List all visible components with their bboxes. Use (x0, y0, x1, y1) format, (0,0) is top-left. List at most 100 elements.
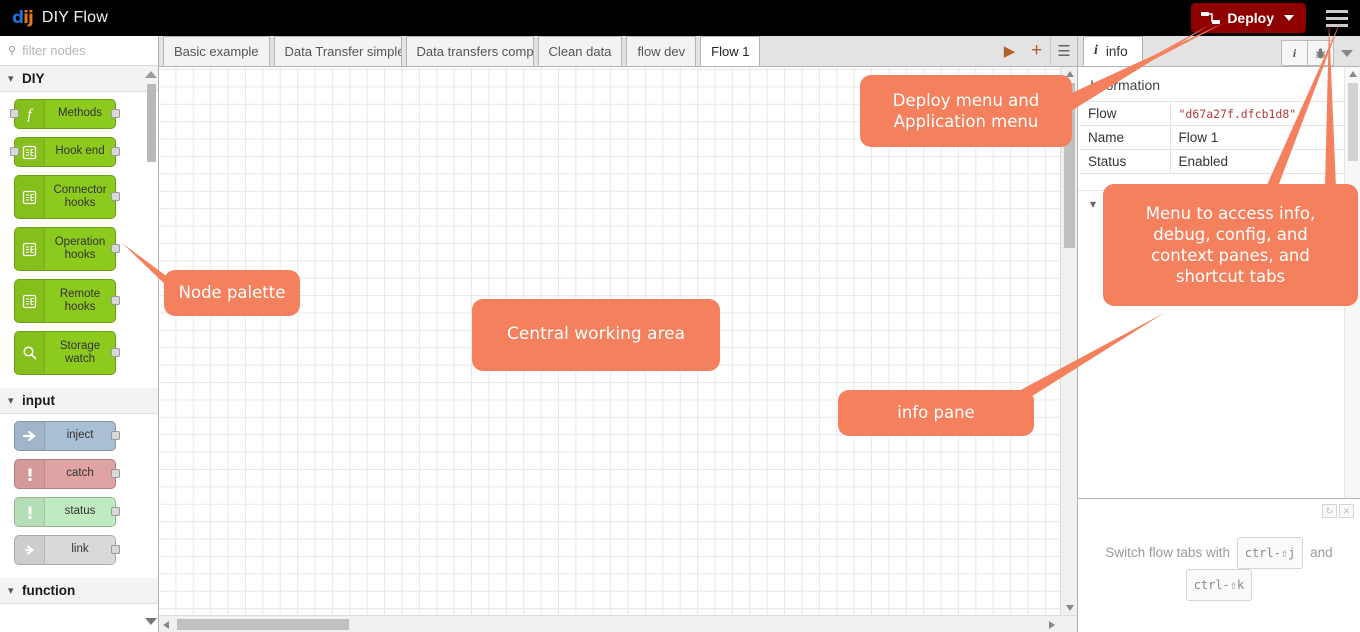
palette-node-label: Methods (57, 107, 103, 120)
flow-tab-flow-1[interactable]: Flow 1 (700, 36, 761, 66)
scroll-up-arrow-icon[interactable] (1066, 71, 1074, 77)
flow-tab-basic-example[interactable]: Basic example (163, 36, 270, 66)
hamburger-menu-icon[interactable] (1320, 1, 1354, 35)
run-flow-button[interactable]: ▶ (996, 36, 1023, 66)
palette-category-input[interactable]: ▾ input (0, 388, 158, 414)
debug-tab-button[interactable] (1307, 40, 1334, 66)
node-output-port[interactable] (111, 545, 120, 554)
node-input-port[interactable] (10, 109, 19, 118)
flow-tab-label: Basic example (174, 44, 259, 59)
deploy-label: Deploy (1227, 10, 1274, 26)
chevron-down-icon: ▾ (1090, 197, 1097, 211)
canvas-vscroll-thumb[interactable] (1064, 83, 1075, 248)
palette-node-label: inject (66, 429, 94, 442)
node-output-port[interactable] (111, 507, 120, 516)
palette-node-label: catch (66, 467, 94, 480)
exclamation-icon (15, 460, 45, 488)
info-scroll-thumb[interactable] (1348, 83, 1358, 161)
flow-tab-label: Flow 1 (711, 44, 750, 59)
list-flows-button[interactable]: ☰ (1050, 36, 1077, 66)
palette-scroll-area[interactable]: ▾ DIY f Methods Hook end Connector hooks Opera… (0, 66, 158, 631)
canvas-hscroll-thumb[interactable] (177, 619, 349, 630)
info-row: Name Flow 1 (1080, 125, 1346, 150)
header-actions: Deploy (1191, 0, 1360, 36)
refresh-icon[interactable]: ↻ (1322, 504, 1337, 518)
chevron-down-icon[interactable] (1284, 15, 1294, 21)
palette-node-methods[interactable]: f Methods (10, 99, 120, 129)
canvas-vertical-scrollbar[interactable] (1060, 67, 1077, 615)
node-output-port[interactable] (111, 192, 120, 201)
palette-node-remote-hooks[interactable]: Remote hooks (14, 279, 120, 323)
info-section-title: Information (1090, 77, 1161, 93)
palette-node-label: Hook end (55, 145, 105, 158)
palette-node-label: status (64, 505, 96, 518)
app-header: dij DIY Flow Deploy (0, 0, 1360, 36)
scroll-down-arrow-icon[interactable] (1066, 605, 1074, 611)
palette-scroll-down-arrow[interactable] (145, 618, 157, 625)
palette-category-function[interactable]: ▾ function (0, 578, 158, 604)
flow-tab-bar: Basic example Data Transfer simple Data tr… (159, 36, 1077, 67)
node-input-port[interactable] (10, 147, 19, 156)
palette-node-label: link (71, 543, 89, 556)
scroll-left-arrow-icon[interactable] (163, 621, 169, 629)
app-root: dij DIY Flow Deploy ⚲ ▾ (0, 0, 1360, 632)
function-icon: f (15, 100, 45, 128)
info-row-value-text: Enabled (1178, 154, 1229, 169)
info-second-section[interactable]: ▾ (1078, 190, 1360, 217)
flow-tab-flow-dev[interactable]: flow dev (626, 36, 697, 66)
close-x-icon[interactable]: ✕ (1339, 504, 1354, 518)
palette-node-operation-hooks[interactable]: Operation hooks (14, 227, 120, 271)
link-arrow-icon (15, 536, 45, 564)
filter-nodes-input[interactable] (22, 43, 143, 58)
palette-category-body: inject catch status link (0, 414, 158, 578)
canvas-grid[interactable] (159, 67, 1060, 615)
palette-scroll-up-arrow[interactable] (145, 71, 157, 78)
flow-info-table: Flow "d67a27f.dfcb1d8" Name Flow 1 Status Ena… (1080, 101, 1346, 174)
caret-down-icon (1340, 49, 1353, 57)
sidebar-tab-row: i info i (1078, 36, 1360, 67)
flow-canvas[interactable] (159, 67, 1077, 632)
add-flow-button[interactable]: + (1023, 36, 1050, 66)
palette-node-inject[interactable]: inject (14, 421, 120, 451)
info-tab-button[interactable]: i (1281, 40, 1308, 66)
tab-info[interactable]: i info (1083, 36, 1143, 66)
palette-category-diy[interactable]: ▾ DIY (0, 66, 158, 92)
scroll-right-arrow-icon[interactable] (1049, 621, 1055, 629)
node-output-port[interactable] (111, 109, 120, 118)
palette-node-hook-end[interactable]: Hook end (10, 137, 120, 167)
info-row-label: Status (1080, 149, 1171, 174)
palette-node-link[interactable]: link (14, 535, 120, 565)
node-output-port[interactable] (111, 147, 120, 156)
node-output-port[interactable] (111, 296, 120, 305)
more-panes-button[interactable] (1333, 40, 1360, 66)
palette-node-status[interactable]: status (14, 497, 120, 527)
logo-left-text: d (12, 7, 24, 28)
node-palette: ⚲ ▾ DIY f Methods Hook end Connector hooks Ope… (0, 36, 159, 632)
sidebar-tool-buttons: i (1281, 35, 1360, 66)
chevron-down-icon: ▾ (8, 585, 14, 597)
flow-tab-label: Data Transfer simple (284, 44, 402, 59)
palette-node-storage-watch[interactable]: Storage watch (14, 331, 120, 375)
node-output-port[interactable] (111, 348, 120, 357)
palette-node-label: Operation hooks (54, 235, 106, 261)
palette-scrollbar-thumb[interactable] (147, 84, 156, 162)
node-output-port[interactable] (111, 469, 120, 478)
shortcut-key-2: ctrl-⇧k (1185, 569, 1253, 601)
palette-node-label: Storage watch (59, 339, 101, 365)
palette-node-connector-hooks[interactable]: Connector hooks (14, 175, 120, 219)
palette-category-label: function (22, 583, 76, 598)
scroll-up-arrow-icon[interactable] (1349, 71, 1357, 77)
app-title: DIY Flow (41, 9, 109, 26)
canvas-horizontal-scrollbar[interactable] (159, 615, 1077, 632)
flow-tab-data-transfers-complex[interactable]: Data transfers complex (405, 36, 534, 66)
node-output-port[interactable] (111, 431, 120, 440)
diy-flow-logo: dij (12, 7, 34, 28)
palette-category-label: DIY (22, 71, 45, 86)
inject-arrow-icon (15, 422, 45, 450)
flow-tab-data-transfer-simple[interactable]: Data Transfer simple (273, 36, 402, 66)
palette-node-catch[interactable]: catch (14, 459, 120, 489)
node-output-port[interactable] (111, 244, 120, 253)
deploy-button[interactable]: Deploy (1191, 3, 1306, 33)
info-i-icon: i (1094, 43, 1098, 58)
flow-tab-clean-data[interactable]: Clean data (537, 36, 623, 66)
